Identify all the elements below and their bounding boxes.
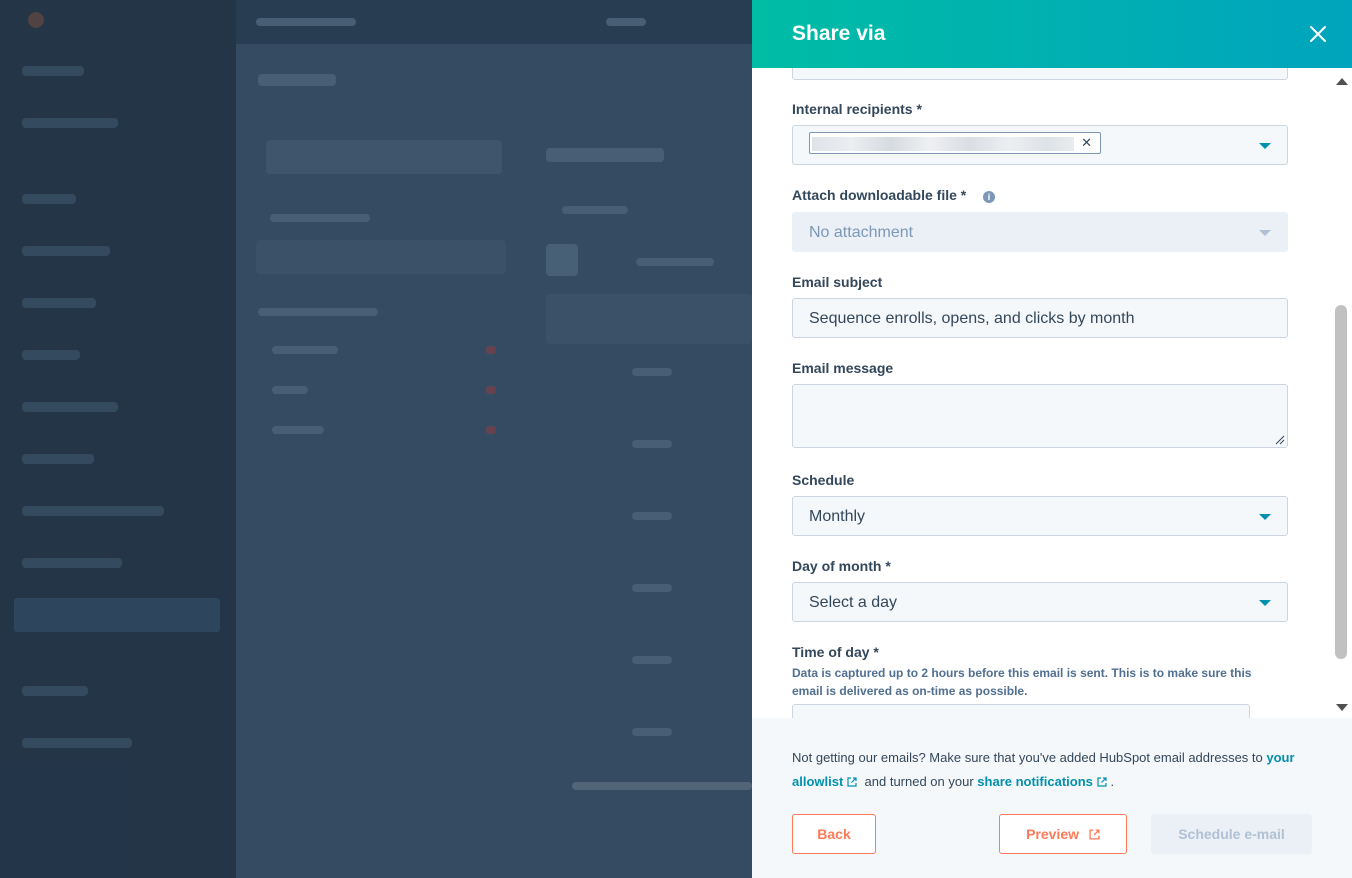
day-of-month-select[interactable]: Select a day — [792, 582, 1288, 622]
schedule-value: Monthly — [809, 508, 866, 525]
external-link-icon — [1097, 777, 1107, 787]
preview-button[interactable]: Preview — [999, 814, 1127, 854]
notice-suffix: . — [1110, 774, 1115, 789]
time-of-day-help: Data is captured up to 2 hours before th… — [792, 666, 1252, 698]
scroll-down-icon[interactable] — [1335, 703, 1349, 713]
remove-recipient-icon[interactable]: ✕ — [1081, 135, 1092, 151]
chevron-down-icon — [1259, 143, 1271, 149]
chevron-down-icon — [1259, 514, 1271, 520]
back-button[interactable]: Back — [792, 814, 876, 854]
internal-recipients-select[interactable]: ✕ — [792, 125, 1288, 165]
recipient-chip: ✕ — [809, 132, 1101, 154]
chevron-down-icon — [1259, 230, 1271, 236]
email-message-label: Email message — [792, 360, 894, 376]
schedule-email-button[interactable]: Schedule e-mail — [1151, 814, 1312, 854]
allowlist-notice: Not getting our emails? Make sure that y… — [792, 746, 1302, 794]
panel-header: Share via — [752, 0, 1352, 68]
email-subject-label: Email subject — [792, 274, 883, 290]
time-of-day-input[interactable] — [792, 704, 1250, 718]
internal-recipients-label: Internal recipients * — [792, 101, 922, 117]
close-button[interactable] — [1306, 22, 1330, 46]
close-icon — [1310, 26, 1326, 42]
resize-grip-icon[interactable] — [1275, 435, 1285, 445]
share-panel: Share via Internal recipients * ✕ Attach… — [752, 0, 1352, 878]
share-notifications-link[interactable]: share notifications — [977, 774, 1107, 789]
schedule-label: Schedule — [792, 472, 855, 488]
attach-file-label: Attach downloadable file * — [792, 187, 967, 203]
notice-middle: and turned on your — [864, 774, 974, 789]
email-subject-input[interactable]: Sequence enrolls, opens, and clicks by m… — [792, 298, 1288, 338]
info-icon[interactable]: i — [983, 191, 995, 203]
schedule-email-button-label: Schedule e-mail — [1178, 826, 1285, 842]
attach-file-select: No attachment — [792, 212, 1288, 252]
external-link-icon — [1089, 829, 1100, 840]
schedule-select[interactable]: Monthly — [792, 496, 1288, 536]
preview-button-label: Preview — [1026, 826, 1080, 842]
recipient-chip-blurred-name — [812, 137, 1074, 151]
panel-footer: Not getting our emails? Make sure that y… — [752, 718, 1352, 878]
attach-file-value: No attachment — [809, 224, 914, 241]
chevron-down-icon — [1259, 600, 1271, 606]
notice-prefix: Not getting our emails? Make sure that y… — [792, 750, 1263, 765]
form-scroll-area[interactable]: Internal recipients * ✕ Attach downloada… — [752, 68, 1352, 718]
email-message-textarea[interactable] — [792, 384, 1288, 448]
panel-title: Share via — [792, 22, 886, 45]
scroll-up-icon[interactable] — [1335, 76, 1349, 86]
day-of-month-label: Day of month * — [792, 558, 891, 574]
scrollbar-thumb[interactable] — [1335, 305, 1347, 659]
day-of-month-value: Select a day — [809, 594, 898, 611]
time-of-day-label: Time of day * — [792, 644, 879, 660]
email-subject-value: Sequence enrolls, opens, and clicks by m… — [809, 310, 1135, 327]
back-button-label: Back — [817, 826, 851, 842]
external-link-icon — [847, 777, 857, 787]
previous-field[interactable] — [792, 68, 1288, 80]
